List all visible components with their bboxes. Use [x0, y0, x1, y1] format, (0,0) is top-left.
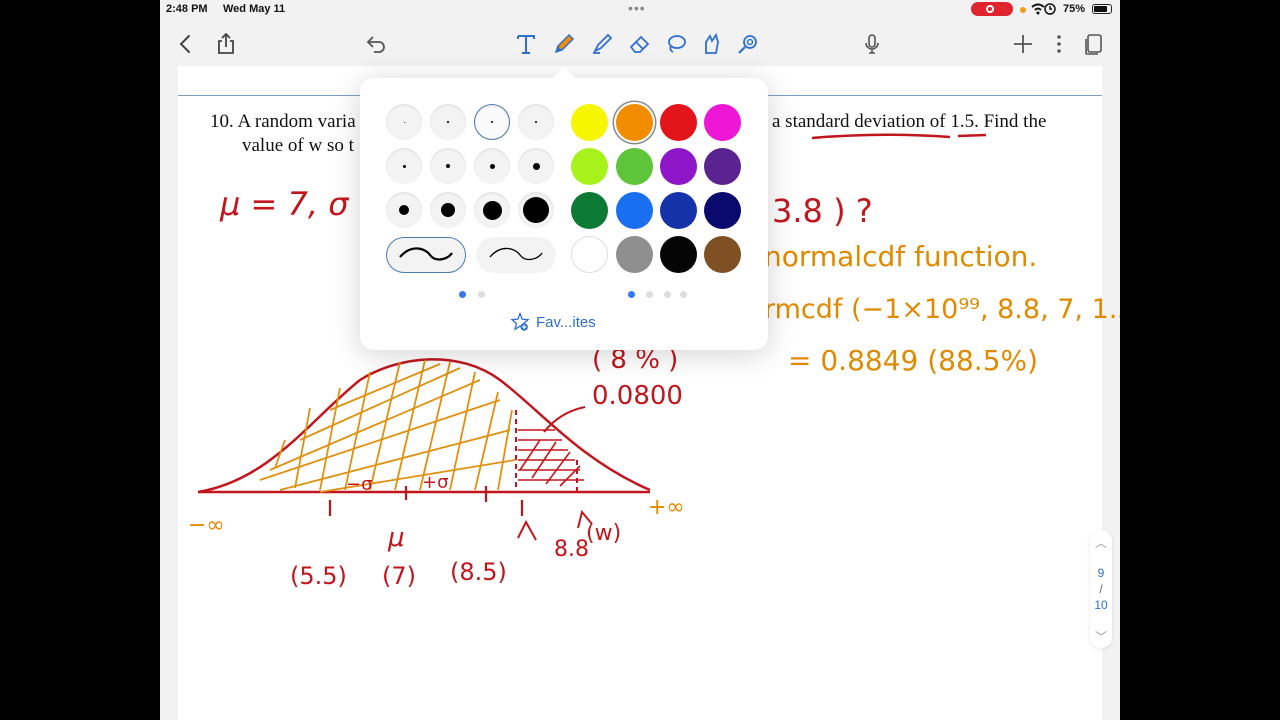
neg-infinity: −∞ — [188, 513, 225, 538]
arrow-8-8 — [517, 519, 537, 541]
orange-line2: rmcdf (−1×10⁹⁹, 8.8, 7, 1.5) — [764, 294, 1120, 325]
size-option-6[interactable] — [430, 148, 466, 184]
page-down-icon[interactable]: ﹀ — [1090, 628, 1112, 645]
stroke-style-fountain[interactable] — [386, 237, 466, 273]
red-tail-text: 3.8 ) ? — [772, 192, 873, 230]
color-page-dot-1[interactable] — [628, 291, 635, 298]
mu-sigma-text: μ = 7, σ — [219, 185, 350, 223]
size-option-11[interactable] — [474, 192, 510, 228]
favorites-star-icon — [510, 312, 530, 331]
label-w: (w) — [586, 521, 621, 546]
color-swatch-lime[interactable] — [571, 148, 608, 185]
pos-infinity: +∞ — [648, 495, 685, 520]
mu-axis-label: μ — [387, 523, 405, 553]
color-swatch-dark-purple[interactable] — [704, 148, 741, 185]
color-page-dot-2[interactable] — [646, 291, 653, 298]
size-option-12[interactable] — [518, 192, 554, 228]
color-swatch-green[interactable] — [616, 148, 653, 185]
orange-line3: = 0.8849 (88.5%) — [788, 344, 1038, 377]
tick-value-1: (5.5) — [290, 562, 347, 590]
color-swatch-navy[interactable] — [704, 192, 741, 229]
color-page-dot-4[interactable] — [680, 291, 687, 298]
size-option-2[interactable] — [430, 104, 466, 140]
size-option-1[interactable] — [386, 104, 422, 140]
red-tail-hatching — [518, 429, 584, 487]
orange-line1: normalcdf function. — [764, 240, 1037, 273]
label-8-8: 8.8 — [554, 537, 589, 562]
size-page-dot-2[interactable] — [478, 291, 485, 298]
tick-value-3: (8.5) — [450, 558, 507, 586]
color-swatch-blue[interactable] — [616, 192, 653, 229]
color-swatch-red[interactable] — [660, 104, 697, 141]
color-swatch-magenta[interactable] — [704, 104, 741, 141]
color-swatch-purple[interactable] — [660, 148, 697, 185]
color-swatch-brown[interactable] — [704, 236, 741, 273]
current-page-number: 9 — [1097, 566, 1105, 580]
page-navigator: ︿ 9 / 10 ﹀ — [1090, 530, 1112, 648]
red-value: 0.0800 — [592, 381, 683, 411]
color-swatch-royal-blue[interactable] — [660, 192, 697, 229]
color-page-dot-3[interactable] — [664, 291, 671, 298]
color-swatch-black[interactable] — [660, 236, 697, 273]
total-page-number: 10 — [1094, 598, 1108, 612]
plus-sigma-label: +σ — [422, 472, 449, 493]
favorites-button[interactable]: Fav...ites — [510, 312, 596, 332]
color-swatch-orange[interactable] — [616, 104, 653, 141]
page-up-icon[interactable]: ︿ — [1090, 534, 1112, 551]
size-option-8[interactable] — [518, 148, 554, 184]
tick-value-2: (7) — [382, 562, 416, 590]
color-swatch-yellow[interactable] — [571, 104, 608, 141]
color-swatch-dark-green[interactable] — [571, 192, 608, 229]
size-page-dot-1[interactable] — [459, 291, 466, 298]
size-option-7[interactable] — [474, 148, 510, 184]
favorites-label: Fav...ites — [536, 313, 596, 331]
minus-sigma-label: −σ — [346, 474, 373, 495]
color-swatch-white[interactable] — [571, 236, 608, 273]
orange-hatching — [259, 359, 516, 493]
underline-value — [957, 133, 987, 138]
size-option-10[interactable] — [430, 192, 466, 228]
size-option-5[interactable] — [386, 148, 422, 184]
color-swatch-gray[interactable] — [616, 236, 653, 273]
ipad-screen: 2:48 PM Wed May 11 ••• 75% 10. A random … — [160, 0, 1120, 720]
page-separator: / — [1099, 582, 1103, 596]
size-option-3[interactable] — [474, 104, 510, 140]
underline-standard-deviation — [811, 133, 951, 140]
size-option-9[interactable] — [386, 192, 422, 228]
pen-options-popover: Fav...ites — [360, 66, 768, 350]
stroke-style-ballpoint[interactable] — [476, 237, 556, 273]
red-pointer-arrow — [543, 406, 586, 433]
size-option-4[interactable] — [518, 104, 554, 140]
